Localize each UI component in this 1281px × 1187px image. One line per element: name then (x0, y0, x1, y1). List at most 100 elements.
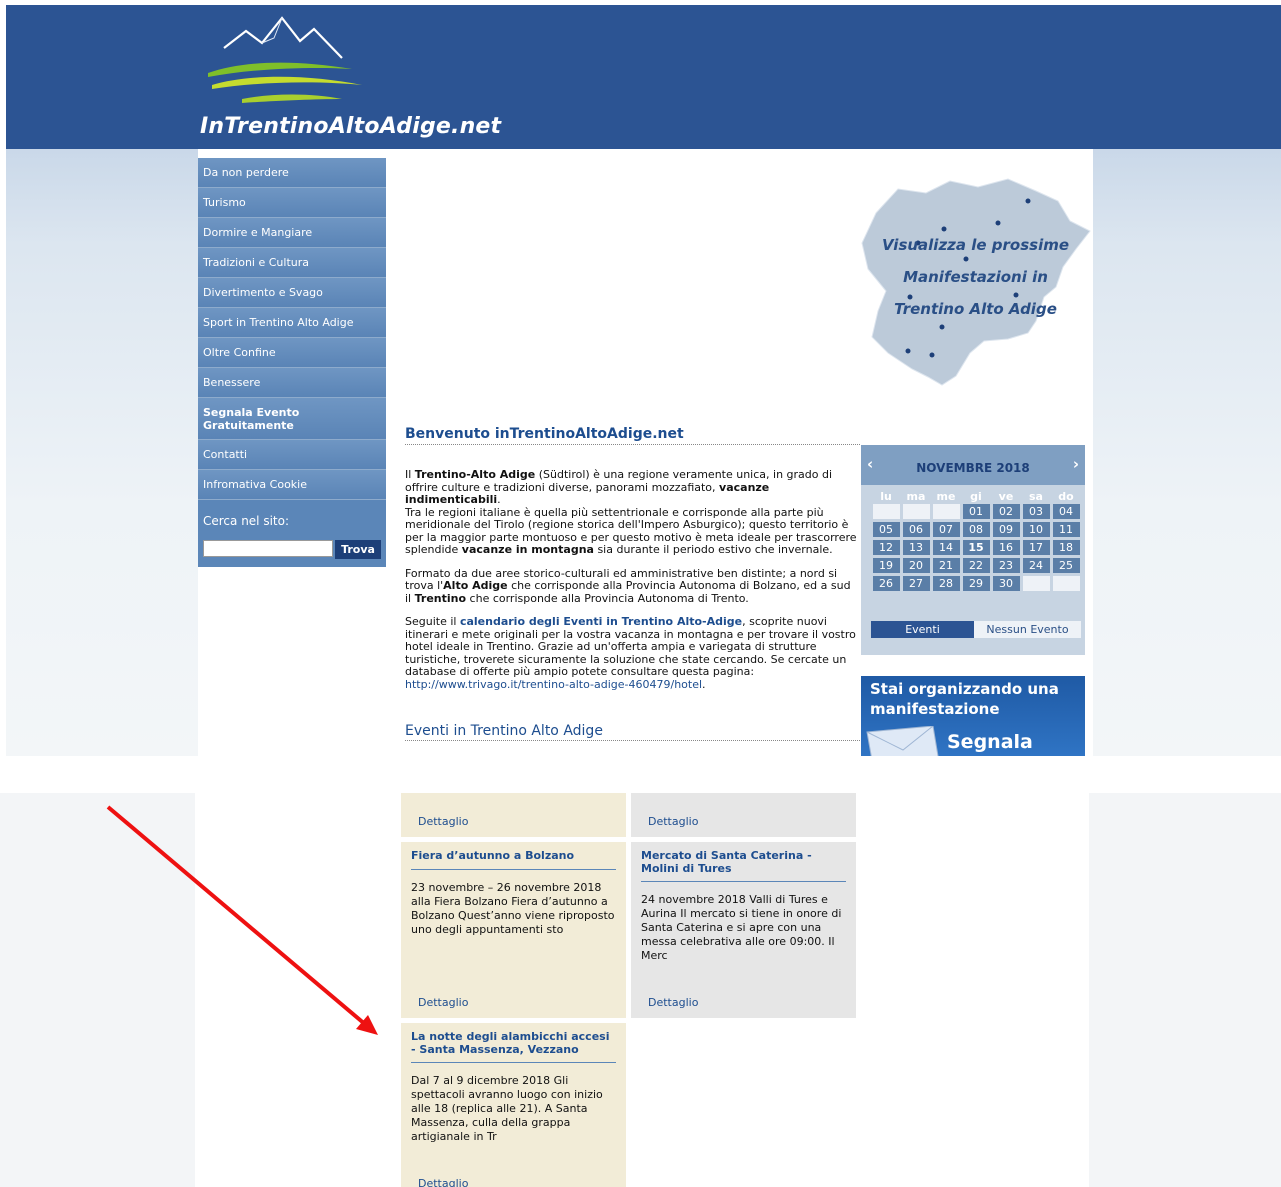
site-title[interactable]: InTrentinoAltoAdige.net (200, 114, 501, 139)
calendar-header: ‹ NOVEMBRE 2018 › (861, 445, 1085, 485)
calendar-day[interactable]: 07 (932, 522, 960, 537)
calendar-day[interactable]: 30 (992, 576, 1020, 591)
calendar-day[interactable]: 15 (962, 540, 990, 555)
events-section-title: Eventi in Trentino Alto Adige (405, 723, 860, 741)
sidebar-item-contatti[interactable]: Contatti (198, 440, 386, 470)
sidebar-item-turismo[interactable]: Turismo (198, 188, 386, 218)
background-right (1089, 793, 1281, 1187)
detail-link[interactable]: Dettaglio (418, 996, 468, 1009)
calendar-month: NOVEMBRE 2018 (916, 461, 1030, 475)
report-event-banner[interactable]: Stai organizzando una manifestazione Seg… (861, 676, 1085, 756)
calendar-week: 12 13 14 15 16 17 18 (871, 539, 1081, 557)
event-title[interactable]: Fiera d’autunno a Bolzano (411, 849, 616, 870)
annotation-arrow-icon (106, 805, 378, 1035)
event-excerpt: 24 novembre 2018 Valli di Tures e Aurina… (641, 893, 842, 962)
calendar-day[interactable]: 13 (902, 540, 930, 555)
search-row: Trova (203, 540, 381, 559)
bottom-screenshot: Dettaglio Dettaglio Fiera d’autunno a Bo… (0, 793, 1281, 1187)
calendar-day[interactable]: 04 (1052, 504, 1080, 519)
sidebar-item-sport[interactable]: Sport in Trentino Alto Adige (198, 308, 386, 338)
trivago-link[interactable]: http://www.trivago.it/trentino-alto-adig… (405, 678, 702, 691)
sidebar-item-da-non-perdere[interactable]: Da non perdere (198, 158, 386, 188)
sidebar-item-segnala-evento[interactable]: Segnala Evento Gratuitamente (198, 398, 386, 440)
welcome-title: Benvenuto inTrentinoAltoAdige.net (405, 426, 860, 445)
sidebar-item-cookie[interactable]: Infromativa Cookie (198, 470, 386, 500)
site-header: InTrentinoAltoAdige.net (6, 5, 1281, 149)
search-input[interactable] (203, 540, 333, 557)
sidebar-item-divertimento[interactable]: Divertimento e Svago (198, 278, 386, 308)
event-title[interactable]: Mercato di Santa Caterina - Molini di Tu… (641, 849, 846, 882)
detail-link[interactable]: Dettaglio (648, 996, 698, 1009)
search-label: Cerca nel sito: (203, 514, 290, 528)
event-card: Fiera d’autunno a Bolzano 23 novembre – … (401, 842, 626, 1018)
calendar-empty-cell (1022, 576, 1050, 591)
detail-link[interactable]: Dettaglio (648, 815, 698, 828)
detail-link[interactable]: Dettaglio (418, 1177, 468, 1187)
banner-segnala: Segnala (947, 731, 1033, 753)
envelope-icon (866, 726, 939, 756)
calendar-grid: lu ma me gi ve sa do 01 02 03 04 05 06 07 08 09 10 11 12 13… (871, 485, 1081, 593)
calendar-day[interactable]: 28 (932, 576, 960, 591)
event-card: Mercato di Santa Caterina - Molini di Tu… (631, 842, 856, 1018)
mountain-logo-icon[interactable] (202, 13, 372, 109)
calendar-day[interactable]: 05 (872, 522, 900, 537)
ad-space (405, 149, 860, 426)
calendar-day[interactable]: 09 (992, 522, 1020, 537)
events-map-link[interactable]: Visualizza le prossime Manifestazioni in… (858, 171, 1093, 391)
calendar-week: 05 06 07 08 09 10 11 (871, 521, 1081, 539)
content-area: Da non perdere Turismo Dormire e Mangiar… (198, 149, 1093, 756)
calendar-day[interactable]: 20 (902, 558, 930, 573)
calendar-legend: Eventi Nessun Evento (871, 621, 1081, 638)
calendar-day[interactable]: 12 (872, 540, 900, 555)
calendar-day[interactable]: 25 (1052, 558, 1080, 573)
event-card-partial-1: Dettaglio (401, 793, 626, 837)
search-button[interactable]: Trova (335, 540, 381, 559)
search-box: Cerca nel sito: Trova (198, 500, 386, 567)
event-title[interactable]: La notte degli alambicchi accesi - Santa… (411, 1030, 616, 1063)
calendar-day[interactable]: 22 (962, 558, 990, 573)
calendar-day[interactable]: 21 (932, 558, 960, 573)
calendar-day[interactable]: 08 (962, 522, 990, 537)
sidebar: Da non perdere Turismo Dormire e Mangiar… (198, 158, 386, 567)
calendar-day[interactable]: 19 (872, 558, 900, 573)
sidebar-item-oltre-confine[interactable]: Oltre Confine (198, 338, 386, 368)
calendar-day[interactable]: 23 (992, 558, 1020, 573)
legend-no-events: Nessun Evento (974, 621, 1081, 638)
calendar-day[interactable]: 03 (1022, 504, 1050, 519)
calendar-empty-cell (1052, 576, 1080, 591)
calendar-empty-cell (902, 504, 930, 519)
event-card-partial-2: Dettaglio (631, 793, 856, 837)
calendar-day[interactable]: 27 (902, 576, 930, 591)
map-caption: Visualizza le prossime Manifestazioni in… (881, 236, 1070, 318)
calendar-day[interactable]: 01 (962, 504, 990, 519)
calendar-day-names: lu ma me gi ve sa do (871, 485, 1081, 503)
calendar-day[interactable]: 06 (902, 522, 930, 537)
calendar-day[interactable]: 18 (1052, 540, 1080, 555)
intro-paragraph-2: Formato da due aree storico-culturali ed… (405, 566, 851, 605)
event-excerpt: Dal 7 al 9 dicembre 2018 Gli spettacoli … (411, 1074, 603, 1143)
calendar-week: 26 27 28 29 30 (871, 575, 1081, 593)
calendar-day[interactable]: 02 (992, 504, 1020, 519)
sidebar-item-tradizioni[interactable]: Tradizioni e Cultura (198, 248, 386, 278)
calendar-day[interactable]: 10 (1022, 522, 1050, 537)
calendar-day[interactable]: 29 (962, 576, 990, 591)
intro-paragraph-3: Seguite il calendario degli Eventi in Tr… (405, 615, 856, 691)
events-calendar: ‹ NOVEMBRE 2018 › lu ma me gi ve sa do 01 02 03 04… (861, 445, 1085, 655)
banner-headline: Stai organizzando una manifestazione (870, 680, 1059, 718)
calendar-next-icon[interactable]: › (1073, 455, 1079, 473)
calendar-empty-cell (932, 504, 960, 519)
calendar-empty-cell (872, 504, 900, 519)
calendar-week: 01 02 03 04 (871, 503, 1081, 521)
calendar-day[interactable]: 14 (932, 540, 960, 555)
sidebar-item-benessere[interactable]: Benessere (198, 368, 386, 398)
event-card: La notte degli alambicchi accesi - Santa… (401, 1023, 626, 1187)
detail-link[interactable]: Dettaglio (418, 815, 468, 828)
calendar-day[interactable]: 11 (1052, 522, 1080, 537)
top-screenshot: InTrentinoAltoAdige.net Da non perdere T… (6, 5, 1281, 756)
calendar-day[interactable]: 26 (872, 576, 900, 591)
sidebar-item-dormire[interactable]: Dormire e Mangiare (198, 218, 386, 248)
calendar-day[interactable]: 16 (992, 540, 1020, 555)
events-calendar-link[interactable]: calendario degli Eventi in Trentino Alto… (460, 615, 742, 628)
calendar-day[interactable]: 24 (1022, 558, 1050, 573)
calendar-day[interactable]: 17 (1022, 540, 1050, 555)
